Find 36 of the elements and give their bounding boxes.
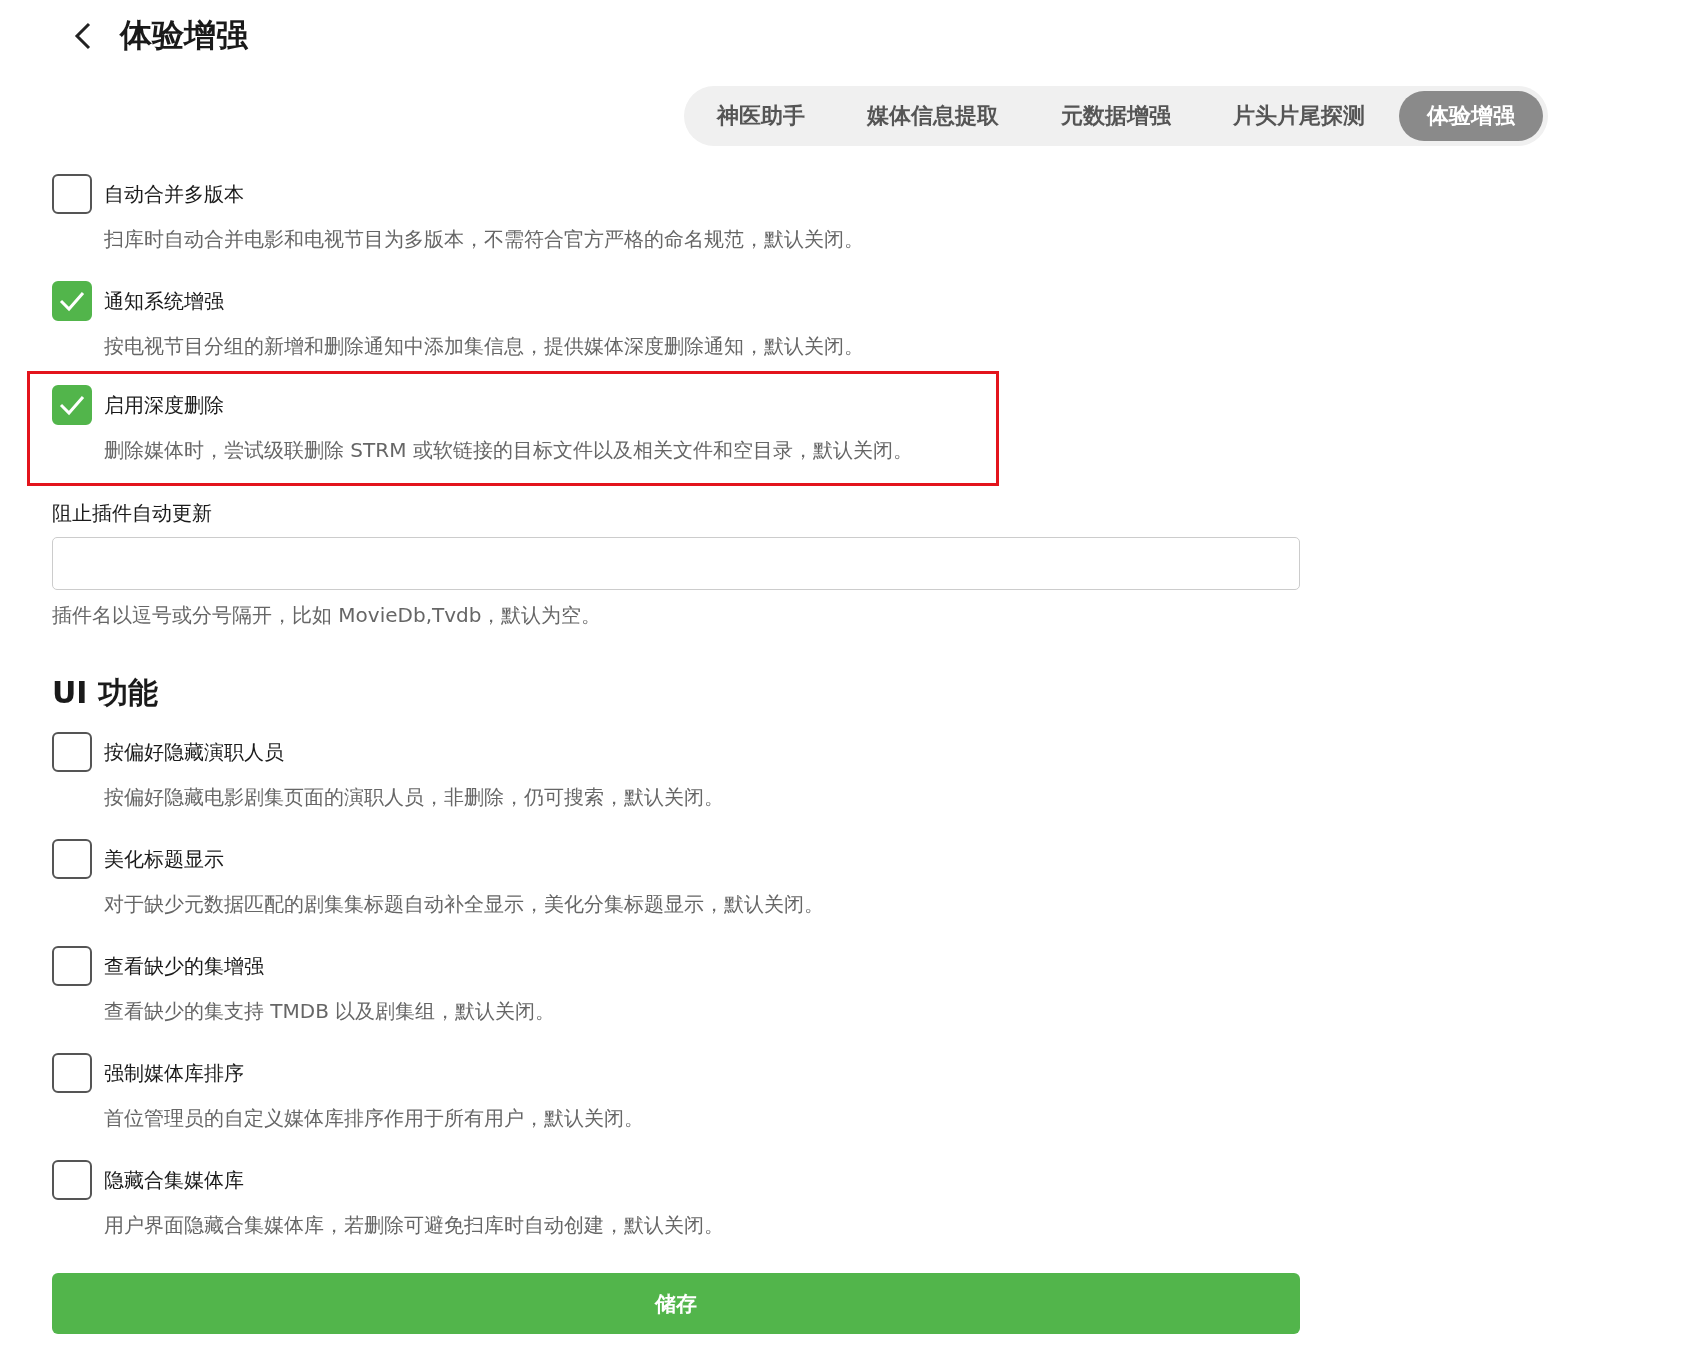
option-label: 自动合并多版本: [104, 180, 244, 208]
checkbox[interactable]: [52, 1053, 92, 1093]
option-description: 首位管理员的自定义媒体库排序作用于所有用户，默认关闭。: [104, 1105, 645, 1132]
page-title: 体验增强: [120, 15, 248, 56]
input-field[interactable]: [52, 537, 1300, 590]
option-description: 扫库时自动合并电影和电视节目为多版本，不需符合官方严格的命名规范，默认关闭。: [104, 226, 865, 253]
check-icon: [58, 394, 86, 416]
tab[interactable]: 神医助手: [689, 91, 833, 141]
option-description: 对于缺少元数据匹配的剧集集标题自动补全显示，美化分集标题显示，默认关闭。: [104, 891, 825, 918]
option-label: 美化标题显示: [104, 845, 224, 873]
checkbox[interactable]: [52, 385, 92, 425]
tab[interactable]: 媒体信息提取: [839, 91, 1027, 141]
check-icon: [58, 290, 86, 312]
field-hint: 插件名以逗号或分号隔开，比如 MovieDb,Tvdb，默认为空。: [52, 602, 603, 629]
field-label: 阻止插件自动更新: [52, 500, 213, 527]
checkbox[interactable]: [52, 839, 92, 879]
tab[interactable]: 体验增强: [1399, 91, 1543, 141]
option-description: 用户界面隐藏合集媒体库，若删除可避免扫库时自动创建，默认关闭。: [104, 1212, 725, 1239]
checkbox[interactable]: [52, 732, 92, 772]
tab[interactable]: 元数据增强: [1033, 91, 1199, 141]
option-label: 隐藏合集媒体库: [104, 1166, 244, 1194]
option-label: 查看缺少的集增强: [104, 952, 264, 980]
option-description: 按电视节目分组的新增和删除通知中添加集信息，提供媒体深度删除通知，默认关闭。: [104, 333, 865, 360]
option-label: 通知系统增强: [104, 287, 224, 315]
option-description: 删除媒体时，尝试级联删除 STRM 或软链接的目标文件以及相关文件和空目录，默认关闭。: [104, 437, 914, 464]
checkbox[interactable]: [52, 281, 92, 321]
tab[interactable]: 片头片尾探测: [1205, 91, 1393, 141]
section-heading: UI 功能: [52, 674, 159, 712]
option-label: 按偏好隐藏演职人员: [104, 738, 284, 766]
option-label: 启用深度删除: [104, 391, 224, 419]
option-description: 查看缺少的集支持 TMDB 以及剧集组，默认关闭。: [104, 998, 557, 1025]
checkbox[interactable]: [52, 1160, 92, 1200]
checkbox[interactable]: [52, 946, 92, 986]
checkbox[interactable]: [52, 174, 92, 214]
option-description: 按偏好隐藏电影剧集页面的演职人员，非删除，仍可搜索，默认关闭。: [104, 784, 725, 811]
option-label: 强制媒体库排序: [104, 1059, 244, 1087]
